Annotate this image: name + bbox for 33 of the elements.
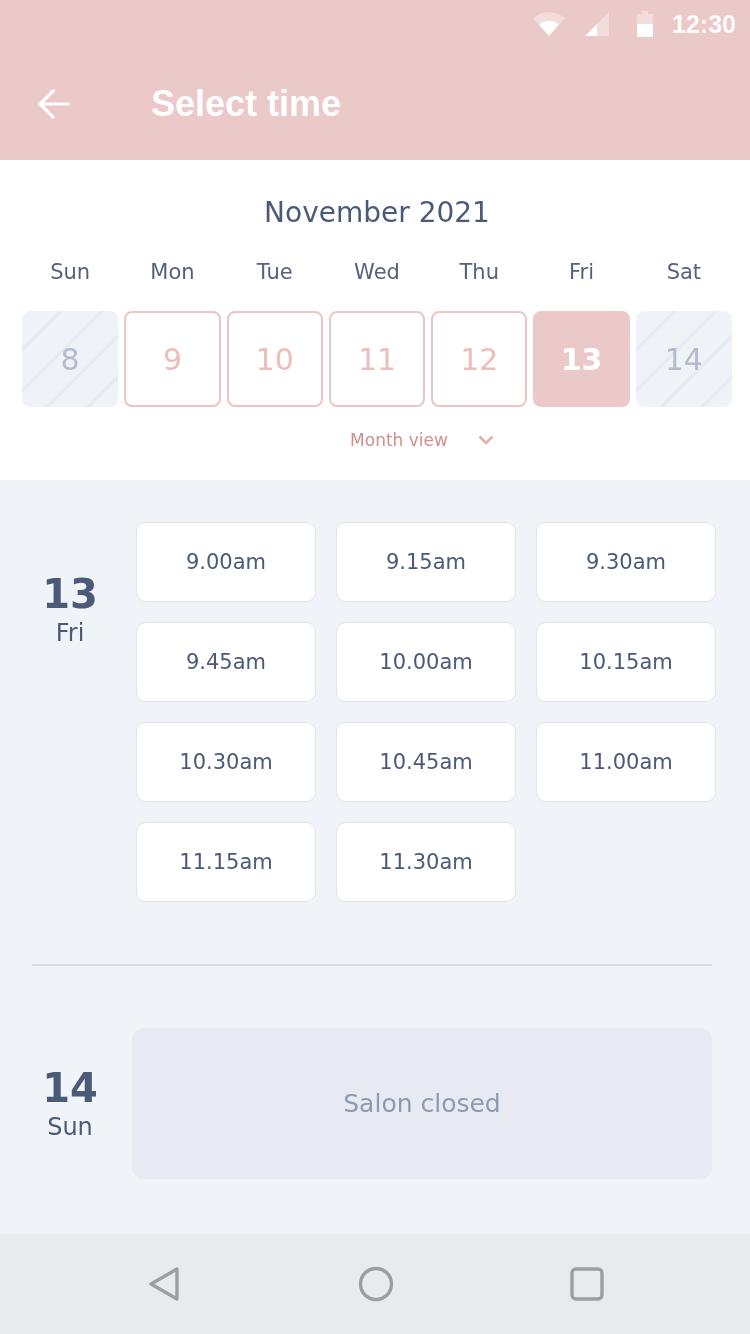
home-icon[interactable]: [358, 1266, 394, 1302]
weekday-label: Fri: [55, 618, 85, 648]
time-slot-button[interactable]: 10.45am: [336, 722, 516, 802]
weekday-label: Sun: [49, 259, 92, 286]
weekday-label: Wed: [353, 259, 401, 286]
recent-apps-icon[interactable]: [569, 1266, 605, 1302]
time-slot-button[interactable]: 10.00am: [336, 622, 516, 702]
signal-icon: [585, 12, 610, 36]
day-number: 14: [42, 1065, 98, 1110]
time-slot-button[interactable]: 11.30am: [336, 822, 516, 902]
time-slot-button[interactable]: 9.00am: [136, 522, 316, 602]
weekday-label: Mon: [149, 259, 196, 286]
battery-icon: [637, 11, 654, 37]
wifi-icon: [533, 12, 566, 36]
weekday-label: Sat: [665, 259, 703, 286]
time-slot-button[interactable]: 11.15am: [136, 822, 316, 902]
day-number: 13: [42, 572, 98, 616]
back-button[interactable]: [36, 86, 72, 122]
month-title: November 2021: [263, 196, 491, 230]
closed-notice: Salon closed: [132, 1028, 712, 1179]
time-slot-button[interactable]: 11.00am: [536, 722, 716, 802]
back-arrow-icon: [38, 89, 70, 119]
time-slot-button[interactable]: 9.30am: [536, 522, 716, 602]
weekday-label: Tue: [255, 259, 294, 286]
weekday-label: Fri: [568, 259, 596, 286]
day-button: 8: [22, 311, 119, 407]
time-slot-button[interactable]: 10.15am: [536, 622, 716, 702]
weekday-label: Sun: [47, 1111, 93, 1142]
weekday-label: Thu: [458, 259, 500, 286]
day-button: 14: [635, 311, 732, 407]
time-slot-button[interactable]: 10.30am: [136, 722, 316, 802]
time-slot-button[interactable]: 9.15am: [336, 522, 516, 602]
time-slot-button[interactable]: 9.45am: [136, 622, 316, 702]
